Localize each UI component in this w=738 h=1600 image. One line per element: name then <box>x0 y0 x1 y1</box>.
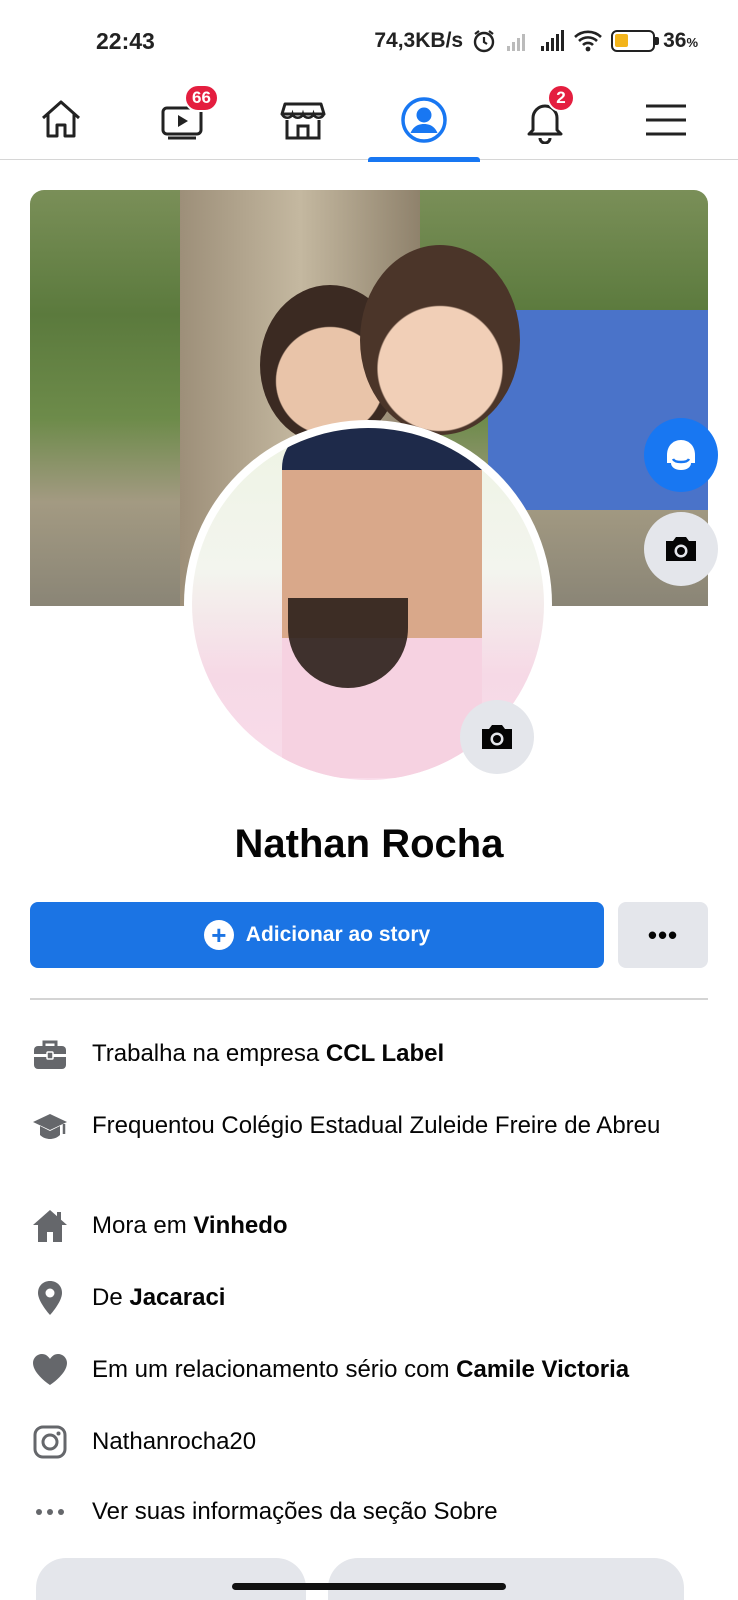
avatar-button[interactable] <box>644 418 718 492</box>
tab-notifications[interactable]: 2 <box>489 80 601 160</box>
status-icons: 74,3KB/s 36% <box>374 26 698 56</box>
tab-menu[interactable] <box>610 80 722 160</box>
notifications-badge: 2 <box>547 84 575 112</box>
store-icon <box>280 102 326 140</box>
detail-hometown-name: Jacaraci <box>129 1284 226 1311</box>
briefcase-icon <box>30 1034 70 1074</box>
tab-profile[interactable] <box>368 80 480 162</box>
camera-icon <box>666 537 696 561</box>
status-bar: 22:43 74,3KB/s 36% <box>0 0 738 80</box>
home-indicator <box>232 1583 506 1590</box>
more-options-button[interactable]: ••• <box>618 902 708 968</box>
avatar-face-icon <box>667 440 695 470</box>
detail-city: Vinhedo <box>193 1212 288 1239</box>
partial-card-left[interactable] <box>36 1558 306 1600</box>
detail-education[interactable]: Frequentou Colégio Estadual Zuleide Frei… <box>30 1106 708 1146</box>
status-time: 22:43 <box>96 28 155 54</box>
cover-camera-button[interactable] <box>644 512 718 586</box>
signal-icon <box>541 30 565 51</box>
alarm-icon <box>473 30 495 53</box>
divider <box>30 998 708 1000</box>
detail-relationship[interactable]: Em um relacionamento sério com Camile Vi… <box>30 1350 708 1390</box>
wifi-icon <box>574 30 602 52</box>
instagram-icon <box>30 1422 70 1462</box>
tab-watch[interactable]: 66 <box>126 80 238 160</box>
detail-hometown[interactable]: De Jacaraci <box>30 1278 708 1318</box>
plus-icon: + <box>203 920 234 950</box>
detail-instagram[interactable]: Nathanrocha20 <box>30 1422 708 1462</box>
location-pin-icon <box>30 1278 70 1318</box>
profile-camera-button[interactable] <box>460 700 534 774</box>
graduation-cap-icon <box>30 1106 70 1146</box>
heart-icon <box>30 1350 70 1390</box>
hamburger-icon <box>646 104 686 136</box>
home-icon <box>42 100 80 138</box>
watch-badge: 66 <box>184 84 219 112</box>
detail-partner: Camile Victoria <box>456 1356 630 1383</box>
battery-percent: 36% <box>663 29 698 52</box>
detail-lives-in[interactable]: Mora em Vinhedo <box>30 1206 708 1246</box>
profile-icon <box>401 97 447 143</box>
add-to-story-label: Adicionar ao story <box>245 923 431 946</box>
top-nav: 66 2 <box>0 80 738 162</box>
detail-see-about[interactable]: Ver suas informações da seção Sobre <box>30 1492 708 1532</box>
detail-work-company: CCL Label <box>325 1040 445 1067</box>
tab-home[interactable] <box>5 80 117 160</box>
detail-work[interactable]: Trabalha na empresa CCL Label <box>30 1034 708 1074</box>
profile-name: Nathan Rocha <box>234 822 504 866</box>
ellipsis-icon <box>30 1492 70 1532</box>
tab-marketplace[interactable] <box>247 80 359 160</box>
network-speed: 74,3KB/s <box>374 29 464 52</box>
house-icon <box>30 1206 70 1246</box>
camera-icon <box>482 725 512 749</box>
battery-icon <box>611 30 660 52</box>
add-to-story-button[interactable]: + Adicionar ao story <box>30 902 604 968</box>
signal-weak-icon <box>507 34 526 51</box>
partial-card-right[interactable] <box>328 1558 684 1600</box>
